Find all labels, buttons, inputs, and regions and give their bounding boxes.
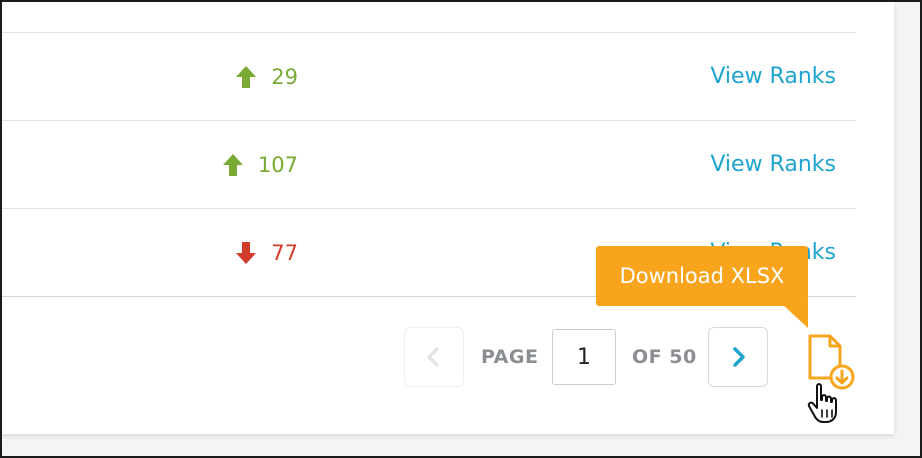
window-frame: 29 View Ranks 107 View Ranks 77 PAGE 1 O…: [0, 0, 922, 458]
chevron-left-icon: [427, 347, 439, 367]
table-row: 107 View Ranks: [2, 121, 856, 209]
arrow-up-icon: [236, 66, 257, 88]
arrow-down-icon: [236, 242, 257, 264]
rank-change-value: 107: [257, 153, 298, 177]
view-ranks-link[interactable]: View Ranks: [710, 63, 836, 91]
table-row: 29 View Ranks: [2, 33, 856, 121]
tooltip-tail: [782, 304, 808, 328]
download-tooltip: Download XLSX: [596, 246, 808, 306]
next-page-button[interactable]: [708, 327, 768, 387]
arrow-up-icon: [222, 154, 243, 176]
rank-change-value: 29: [271, 65, 298, 89]
rank-change: 77: [233, 239, 298, 267]
ranks-table-card: 29 View Ranks 107 View Ranks 77 PAGE 1 O…: [2, 2, 894, 434]
rank-change: 107: [220, 151, 298, 179]
prev-page-button[interactable]: [404, 327, 464, 387]
page-number-input[interactable]: [552, 329, 616, 385]
page-label: PAGE: [481, 346, 539, 368]
rank-change: 29: [233, 63, 298, 91]
hand-cursor-icon: [807, 383, 837, 423]
chevron-right-icon: [733, 347, 745, 367]
total-pages-label: OF 50: [632, 346, 697, 368]
view-ranks-link[interactable]: View Ranks: [710, 151, 836, 179]
rank-change-value: 77: [271, 241, 298, 265]
